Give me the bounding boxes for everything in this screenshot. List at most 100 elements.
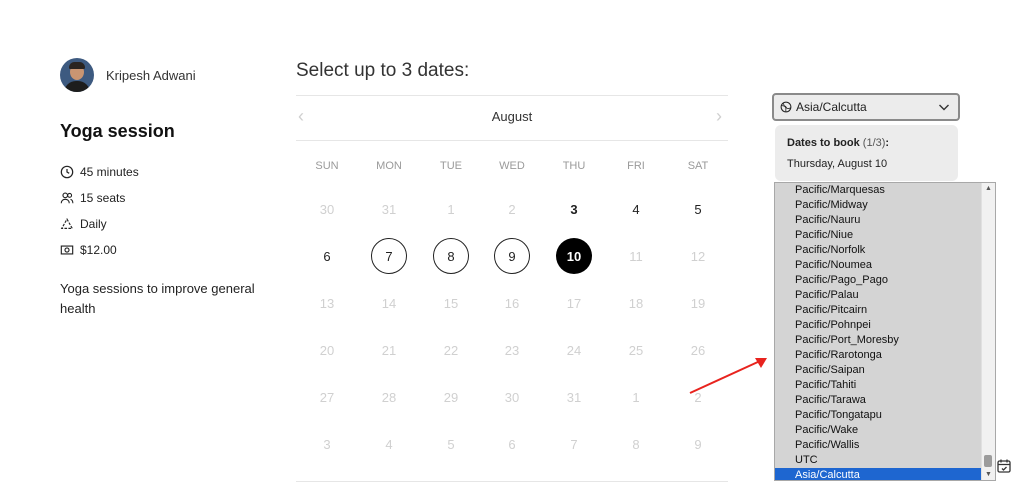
day-cell: 28 — [381, 389, 397, 405]
timezone-dropdown-list[interactable]: Pacific/Marquesas Pacific/Midway Pacific/N… — [774, 182, 996, 481]
event-title: Yoga session — [60, 121, 175, 141]
day-cell[interactable]: 8 — [433, 238, 469, 274]
day-cell: 30 — [504, 389, 520, 405]
weekday-header: WED — [499, 160, 525, 172]
money-icon — [60, 245, 74, 255]
price-text: $12.00 — [80, 243, 117, 257]
dates-to-book-panel: Dates to book (1/3): Thursday, August 10 — [775, 125, 958, 181]
day-cell: 9 — [694, 436, 702, 452]
seats: 15 seats — [60, 191, 125, 205]
day-cell: 19 — [690, 295, 706, 311]
day-cell: 16 — [504, 295, 520, 311]
day-cell-selected[interactable]: 10 — [556, 238, 592, 274]
day-cell: 3 — [323, 436, 331, 452]
day-cell: 1 — [632, 389, 640, 405]
timezone-option[interactable]: Pacific/Tarawa — [775, 393, 983, 408]
day-cell: 23 — [504, 342, 520, 358]
day-cell[interactable]: 9 — [494, 238, 530, 274]
host-name: Kripesh Adwani — [106, 67, 196, 83]
timezone-option[interactable]: Pacific/Rarotonga — [775, 348, 983, 363]
day-cell: 31 — [566, 389, 582, 405]
timezone-option[interactable]: Pacific/Wake — [775, 423, 983, 438]
day-cell: 5 — [447, 436, 455, 452]
scroll-up-icon[interactable]: ▲ — [984, 185, 993, 192]
day-cell[interactable]: 6 — [309, 238, 345, 274]
timezone-option[interactable]: Pacific/Palau — [775, 288, 983, 303]
avatar — [60, 58, 94, 92]
day-cell[interactable]: 7 — [371, 238, 407, 274]
weekday-header: THU — [562, 160, 586, 172]
chevron-down-icon — [939, 104, 949, 111]
month-label: August — [491, 109, 533, 124]
price: $12.00 — [60, 243, 117, 257]
day-cell: 30 — [319, 201, 335, 217]
day-cell: 7 — [570, 436, 578, 452]
recurrence-text: Daily — [80, 217, 107, 231]
timezone-option[interactable]: Pacific/Pitcairn — [775, 303, 983, 318]
day-cell: 24 — [566, 342, 582, 358]
day-cell: 4 — [385, 436, 393, 452]
dates-count: (1/3) — [862, 137, 886, 149]
duration-text: 45 minutes — [80, 165, 139, 179]
day-cell: 8 — [632, 436, 640, 452]
event-description: Yoga sessions to improve general health — [60, 281, 255, 316]
booked-date: Thursday, August 10 — [787, 158, 888, 170]
timezone-option[interactable]: Pacific/Wallis — [775, 438, 983, 453]
people-icon — [60, 192, 74, 204]
timezone-option[interactable]: Pacific/Pohnpei — [775, 318, 983, 333]
next-month-button[interactable]: › — [716, 106, 722, 127]
timezone-option[interactable]: Pacific/Saipan — [775, 363, 983, 378]
scrollbar-thumb[interactable] — [984, 455, 992, 467]
timezone-option[interactable]: Pacific/Tahiti — [775, 378, 983, 393]
timezone-option[interactable]: Pacific/Tongatapu — [775, 408, 983, 423]
day-cell: 2 — [508, 201, 516, 217]
day-cell: 1 — [447, 201, 455, 217]
day-cell: 17 — [566, 295, 582, 311]
day-cell[interactable]: 3 — [556, 191, 592, 227]
scrollbar[interactable]: ▲ ▼ — [981, 183, 995, 480]
weekday-header: SUN — [315, 160, 339, 172]
timezone-option[interactable]: Pacific/Niue — [775, 228, 983, 243]
recurrence: Daily — [60, 217, 107, 231]
day-cell[interactable]: 4 — [618, 191, 654, 227]
day-cell: 12 — [690, 248, 706, 264]
day-cell[interactable]: 5 — [680, 191, 716, 227]
duration: 45 minutes — [60, 165, 139, 179]
timezone-option[interactable]: Asia/Calcutta — [775, 468, 983, 480]
seats-text: 15 seats — [80, 191, 126, 205]
divider — [296, 481, 728, 482]
timezone-option[interactable]: Pacific/Noumea — [775, 258, 983, 273]
day-cell: 22 — [443, 342, 459, 358]
select-dates-heading: Select up to 3 dates: — [296, 60, 470, 81]
day-cell: 29 — [443, 389, 459, 405]
timezone-select[interactable]: Asia/Calcutta — [772, 93, 960, 121]
day-cell: 15 — [443, 295, 459, 311]
timezone-option[interactable]: Pacific/Midway — [775, 198, 983, 213]
annotation-arrow — [689, 358, 767, 394]
timezone-option[interactable]: Pacific/Pago_Pago — [775, 273, 983, 288]
timezone-option[interactable]: Pacific/Norfolk — [775, 243, 983, 258]
timezone-option[interactable]: Pacific/Marquesas — [775, 183, 983, 198]
dates-to-book-label: Dates to book (1/3): — [787, 137, 890, 149]
timezone-option[interactable]: Pacific/Port_Moresby — [775, 333, 983, 348]
day-cell: 11 — [629, 248, 643, 264]
timezone-option[interactable]: Pacific/Nauru — [775, 213, 983, 228]
globe-icon — [780, 101, 792, 113]
calendar-icon[interactable] — [996, 458, 1012, 474]
host-info: Kripesh Adwani — [60, 58, 196, 92]
clock-icon — [60, 165, 74, 179]
timezone-option[interactable]: UTC — [775, 453, 983, 468]
weekday-header: MON — [376, 160, 402, 172]
day-cell: 25 — [628, 342, 644, 358]
divider — [296, 140, 728, 141]
day-cell: 31 — [381, 201, 397, 217]
day-cell: 14 — [381, 295, 397, 311]
scroll-down-icon[interactable]: ▼ — [984, 471, 993, 478]
day-cell: 18 — [628, 295, 644, 311]
day-cell: 20 — [319, 342, 335, 358]
weekday-header: TUE — [440, 160, 462, 172]
recurrence-icon — [60, 218, 74, 229]
day-cell: 21 — [381, 342, 397, 358]
day-cell: 6 — [508, 436, 516, 452]
weekday-header: SAT — [687, 160, 709, 172]
